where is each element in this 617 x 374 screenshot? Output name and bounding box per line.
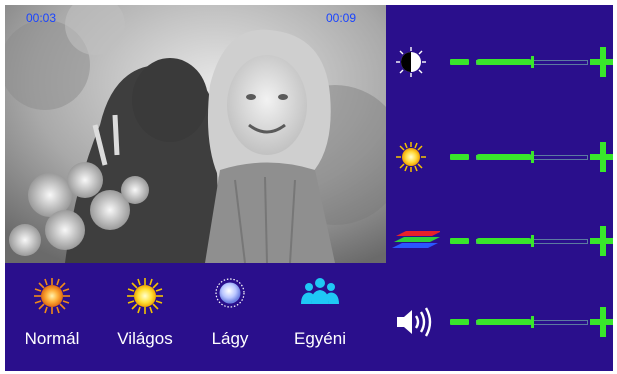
volume-slider[interactable] (476, 316, 588, 328)
saturation-increase-button[interactable] (590, 226, 613, 256)
slider-handle[interactable] (531, 56, 534, 68)
volume-control (390, 304, 613, 340)
volume-increase-button[interactable] (590, 307, 613, 337)
mode-custom-button[interactable]: Egyéni (275, 277, 365, 357)
saturation-control (390, 223, 613, 259)
mode-normal-button[interactable]: Normál (7, 277, 97, 357)
mode-normal-label: Normál (24, 329, 80, 348)
video-intercom-screen: 00:03 00:09 Normál Világos Lágy Egyéni (5, 5, 613, 371)
slider-handle[interactable] (531, 151, 534, 163)
camera-image (5, 5, 386, 263)
mode-bright-label: Világos (117, 329, 173, 348)
contrast-icon (396, 47, 426, 77)
slider-handle[interactable] (531, 316, 534, 328)
brightness-control (390, 44, 613, 80)
brightness-slider[interactable] (476, 56, 588, 68)
brightness-decrease-button[interactable] (450, 59, 469, 65)
slider-fill (476, 59, 532, 65)
mode-bright-button[interactable]: Világos (100, 277, 190, 357)
color-slider[interactable] (476, 151, 588, 163)
mode-soft-label: Lágy (211, 329, 249, 348)
slider-fill (476, 319, 532, 325)
saturation-decrease-button[interactable] (450, 238, 469, 244)
mode-custom-label: Egyéni (294, 329, 346, 348)
sun-yellow-icon (127, 278, 163, 314)
color-control (390, 139, 613, 175)
color-increase-button[interactable] (590, 142, 613, 172)
total-time: 00:09 (326, 11, 357, 25)
brightness-increase-button[interactable] (590, 47, 613, 77)
sun-icon (396, 142, 426, 172)
soft-light-icon (215, 278, 245, 308)
elapsed-time: 00:03 (26, 11, 57, 25)
mode-soft-button[interactable]: Lágy (185, 277, 275, 357)
slider-fill (476, 154, 532, 160)
users-icon (301, 278, 339, 304)
color-decrease-button[interactable] (450, 154, 469, 160)
slider-handle[interactable] (531, 235, 534, 247)
saturation-slider[interactable] (476, 235, 588, 247)
sun-orange-icon (34, 278, 70, 314)
slider-fill (476, 238, 532, 244)
speaker-icon (397, 307, 432, 337)
video-feed: 00:03 00:09 (5, 5, 386, 263)
rgb-layers-icon (392, 231, 440, 248)
volume-decrease-button[interactable] (450, 319, 469, 325)
